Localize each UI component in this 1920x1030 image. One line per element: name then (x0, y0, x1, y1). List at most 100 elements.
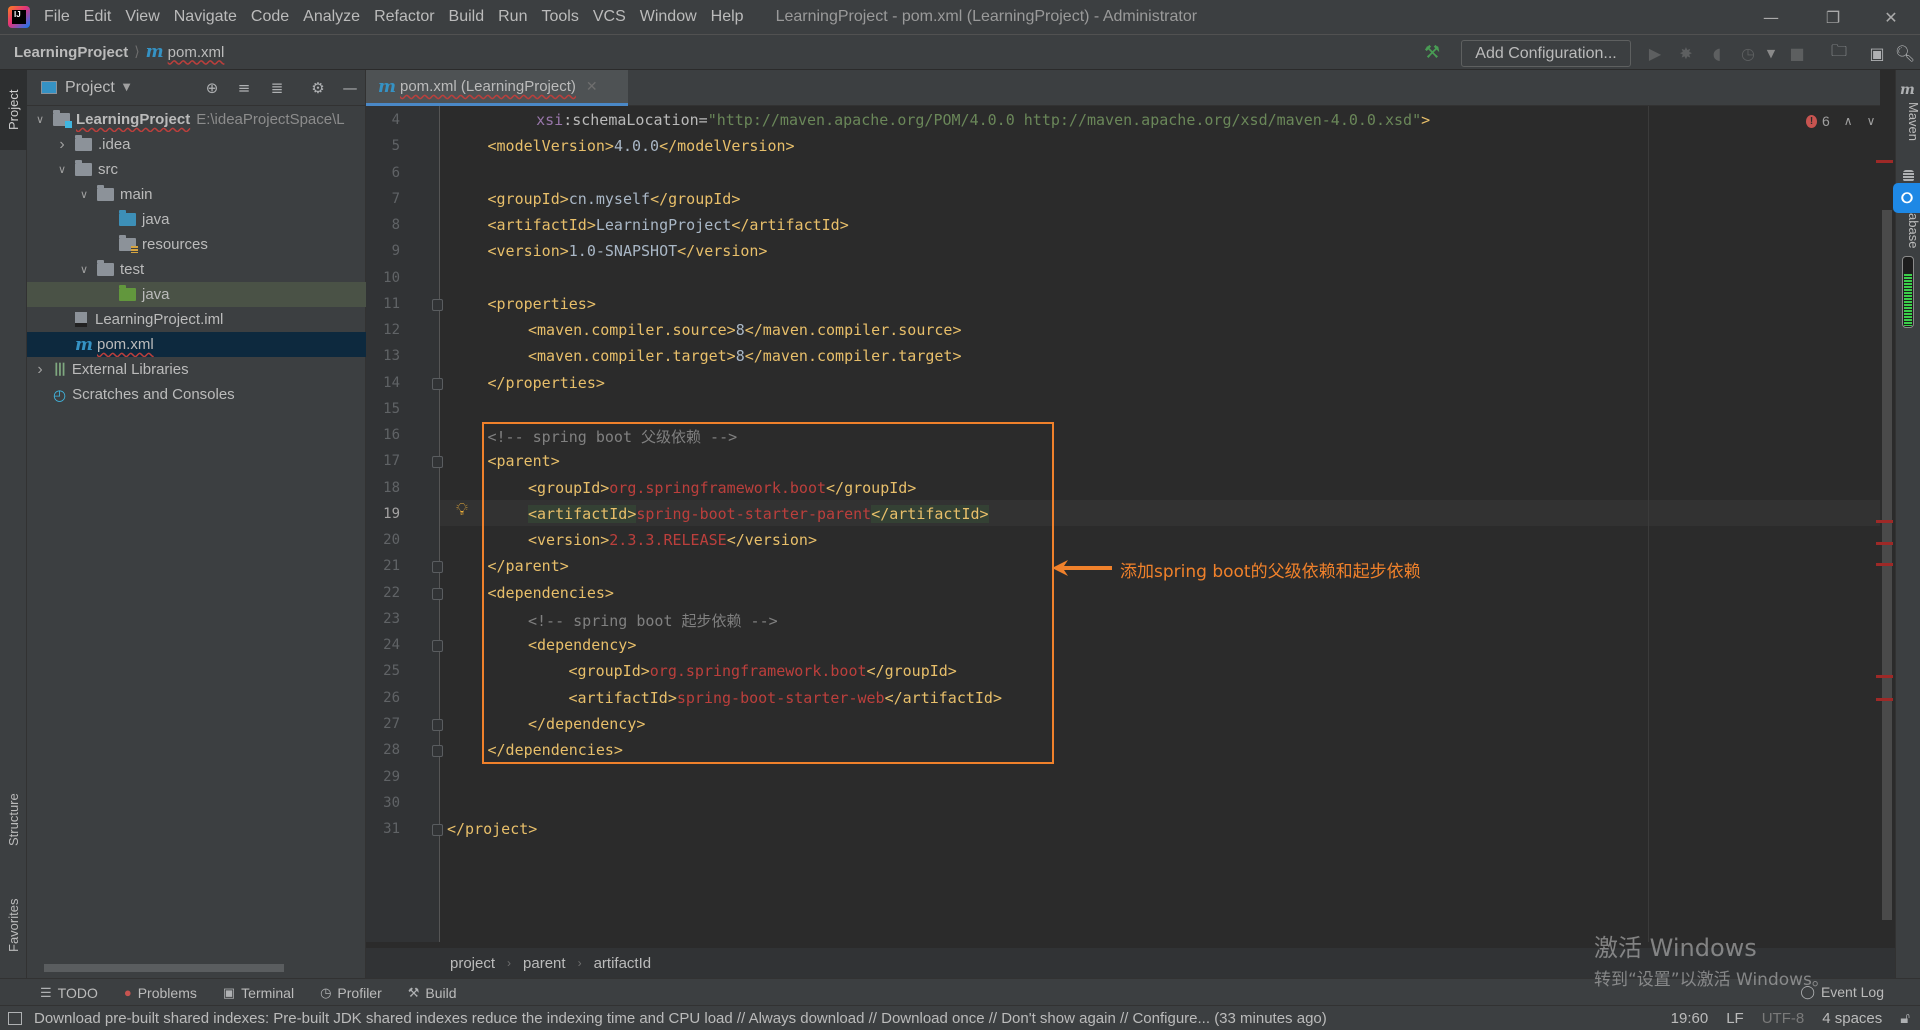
chevron-down-icon[interactable]: ▼ (123, 82, 131, 93)
tool-window-build[interactable]: ⚒ Build (408, 985, 457, 1001)
menu-code[interactable]: Code (251, 8, 289, 26)
error-stripe-marker[interactable] (1876, 542, 1893, 545)
intention-bulb-icon[interactable]: 💡︎ (456, 500, 468, 520)
tool-window-problems[interactable]: ● Problems (124, 985, 197, 1001)
previous-error-icon[interactable]: ∧ (1844, 114, 1853, 128)
tree-item[interactable]: › ┃┃┃ External Libraries (27, 357, 366, 382)
tree-item[interactable]: ∨ test (27, 257, 366, 282)
status-message[interactable]: Download pre-built shared indexes: Pre-b… (34, 1010, 1327, 1027)
tab-pom-xml[interactable]: m pom.xml (LearningProject) ✕ (366, 70, 628, 106)
tree-item[interactable]: java (27, 282, 366, 307)
inspection-widget[interactable]: ! 6 ∧ ∨ (1806, 113, 1875, 129)
menu-help[interactable]: Help (711, 8, 744, 26)
chevron-down-icon[interactable]: ∨ (33, 113, 47, 126)
minimize-button[interactable]: — (1742, 0, 1800, 35)
tree-item[interactable]: java (27, 207, 366, 232)
tool-tab-structure[interactable]: Structure (0, 775, 27, 865)
debug-icon[interactable]: ✸ (1675, 42, 1697, 64)
tree-item[interactable]: LearningProject.iml (27, 307, 366, 332)
run-with-coverage-icon[interactable]: ◖ (1706, 42, 1728, 64)
chevron-right-icon[interactable]: › (55, 136, 69, 154)
locate-icon[interactable]: ⊕ (202, 78, 222, 98)
stop-icon[interactable]: ■ (1786, 42, 1808, 64)
error-stripe-marker[interactable] (1876, 698, 1893, 701)
chevron-down-icon[interactable]: ∨ (77, 263, 91, 276)
error-stripe-marker[interactable] (1876, 160, 1893, 163)
tool-tab-maven[interactable]: Maven (1896, 102, 1920, 162)
fold-marker-icon[interactable] (432, 640, 443, 653)
error-stripe-marker[interactable] (1876, 675, 1893, 678)
toggle-tool-windows-icon[interactable] (8, 1011, 22, 1025)
menu-window[interactable]: Window (640, 8, 697, 26)
run-dropdown-icon[interactable]: ▼ (1760, 42, 1782, 64)
menu-vcs[interactable]: VCS (593, 8, 626, 26)
tree-item[interactable]: ∨ src (27, 157, 366, 182)
fold-marker-icon[interactable] (432, 824, 443, 837)
tool-tab-database[interactable]: abase (1896, 213, 1920, 253)
add-configuration-button[interactable]: Add Configuration... (1461, 40, 1631, 67)
tool-window-profiler[interactable]: ◷ Profiler (320, 985, 382, 1001)
menu-navigate[interactable]: Navigate (174, 8, 237, 26)
fold-marker-icon[interactable] (432, 298, 443, 311)
project-view-selector[interactable]: Project (65, 79, 115, 97)
toolbox-icon[interactable]: ▣ (1866, 42, 1888, 64)
indent-setting[interactable]: 4 spaces (1822, 1010, 1882, 1027)
tree-item[interactable]: m pom.xml (27, 332, 366, 357)
fold-marker-icon[interactable] (432, 456, 443, 469)
fold-marker-icon[interactable] (432, 377, 443, 390)
chevron-down-icon[interactable]: ∨ (55, 163, 69, 176)
error-stripe-marker[interactable] (1876, 563, 1893, 566)
menu-edit[interactable]: Edit (84, 8, 112, 26)
profile-icon[interactable]: ◷ (1737, 42, 1759, 64)
tree-item[interactable]: ∨ LearningProject E:\ideaProjectSpace\L (27, 107, 366, 132)
menu-file[interactable]: File (44, 8, 70, 26)
line-separator[interactable]: LF (1726, 1010, 1744, 1027)
run-icon[interactable]: ▶ (1644, 42, 1666, 64)
nav-file[interactable]: pom.xml (168, 44, 225, 61)
caret-position[interactable]: 19:60 (1671, 1010, 1709, 1027)
close-window-button[interactable]: ✕ (1862, 0, 1920, 35)
tree-item[interactable]: › .idea (27, 132, 366, 157)
error-stripe-marker[interactable] (1876, 520, 1893, 523)
tool-window-todo[interactable]: ☰ TODO (40, 985, 98, 1001)
close-tab-icon[interactable]: ✕ (586, 78, 598, 95)
line-number: 31 (383, 821, 400, 838)
breadcrumb-parent[interactable]: parent (523, 955, 566, 972)
fold-marker-icon[interactable] (432, 587, 443, 600)
error-count: 6 (1822, 113, 1830, 129)
unlock-icon[interactable]: 🔓︎ (1900, 1010, 1910, 1027)
build-hammer-icon[interactable]: ⚒ (1424, 42, 1440, 63)
project-horizontal-scrollbar[interactable] (44, 964, 284, 972)
collapse-all-icon[interactable]: ≣ (267, 78, 287, 98)
breadcrumb-artifactid[interactable]: artifactId (594, 955, 652, 972)
gear-icon[interactable]: ⚙ (308, 78, 328, 98)
fold-marker-icon[interactable] (432, 561, 443, 574)
tool-window-terminal[interactable]: ▣ Terminal (223, 985, 294, 1001)
tool-tab-project[interactable]: Project (0, 70, 27, 150)
chevron-down-icon[interactable]: ∨ (77, 188, 91, 201)
tree-item[interactable]: ◴ Scratches and Consoles (27, 382, 366, 407)
tree-item[interactable]: ∨ main (27, 182, 366, 207)
menu-run[interactable]: Run (498, 8, 527, 26)
menu-analyze[interactable]: Analyze (303, 8, 360, 26)
file-encoding[interactable]: UTF-8 (1762, 1010, 1805, 1027)
project-structure-icon[interactable]: 🗀 (1828, 41, 1850, 64)
menu-view[interactable]: View (125, 8, 159, 26)
plugin-badge-icon[interactable]: ⭘ (1893, 183, 1920, 213)
tree-item[interactable]: resources (27, 232, 366, 257)
expand-all-icon[interactable]: ≡ (234, 78, 254, 98)
tool-tab-favorites[interactable]: Favorites (0, 880, 27, 970)
chevron-right-icon[interactable]: › (33, 361, 47, 379)
next-error-icon[interactable]: ∨ (1867, 114, 1876, 128)
hide-panel-icon[interactable]: — (340, 78, 360, 98)
search-icon[interactable]: 🔍︎ (1894, 42, 1916, 64)
memory-indicator[interactable] (1902, 256, 1914, 328)
restore-button[interactable]: ❐ (1804, 0, 1862, 35)
breadcrumb-project[interactable]: project (450, 955, 495, 972)
menu-refactor[interactable]: Refactor (374, 8, 434, 26)
menu-build[interactable]: Build (449, 8, 485, 26)
menu-tools[interactable]: Tools (541, 8, 578, 26)
nav-project[interactable]: LearningProject (14, 44, 128, 61)
fold-marker-icon[interactable] (432, 718, 443, 731)
fold-marker-icon[interactable] (432, 745, 443, 758)
